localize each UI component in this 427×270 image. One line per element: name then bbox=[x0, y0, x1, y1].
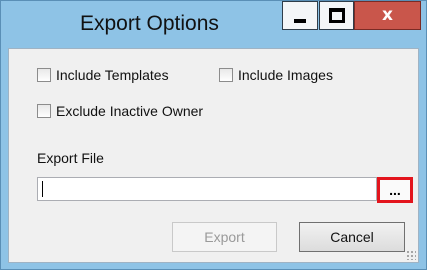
include-images-option[interactable]: Include Images bbox=[219, 67, 333, 83]
minimize-icon bbox=[294, 18, 306, 23]
maximize-button[interactable] bbox=[319, 1, 354, 30]
export-options-dialog: Export Options x Include Templates Inclu… bbox=[0, 0, 427, 270]
close-icon: x bbox=[382, 5, 393, 25]
exclude-inactive-owner-label[interactable]: Exclude Inactive Owner bbox=[56, 103, 203, 119]
maximize-icon bbox=[328, 8, 345, 23]
include-templates-option[interactable]: Include Templates bbox=[37, 67, 169, 83]
include-templates-checkbox[interactable] bbox=[37, 68, 51, 82]
dialog-body: Include Templates Include Images Exclude… bbox=[8, 48, 419, 263]
text-caret bbox=[42, 181, 43, 197]
export-file-input[interactable] bbox=[37, 177, 377, 201]
exclude-inactive-owner-option[interactable]: Exclude Inactive Owner bbox=[37, 103, 203, 119]
cancel-button[interactable]: Cancel bbox=[299, 222, 405, 252]
window-title: Export Options bbox=[80, 12, 219, 35]
title-bar[interactable]: Export Options x bbox=[1, 1, 426, 48]
resize-grip[interactable] bbox=[406, 250, 416, 260]
include-images-label[interactable]: Include Images bbox=[238, 67, 333, 83]
export-file-label: Export File bbox=[37, 150, 104, 166]
exclude-inactive-owner-checkbox[interactable] bbox=[37, 104, 51, 118]
close-button[interactable]: x bbox=[354, 1, 421, 30]
browse-button[interactable]: ... bbox=[377, 177, 413, 203]
include-templates-label[interactable]: Include Templates bbox=[56, 67, 169, 83]
minimize-button[interactable] bbox=[282, 1, 318, 30]
include-images-checkbox[interactable] bbox=[219, 68, 233, 82]
export-button[interactable]: Export bbox=[172, 222, 277, 252]
